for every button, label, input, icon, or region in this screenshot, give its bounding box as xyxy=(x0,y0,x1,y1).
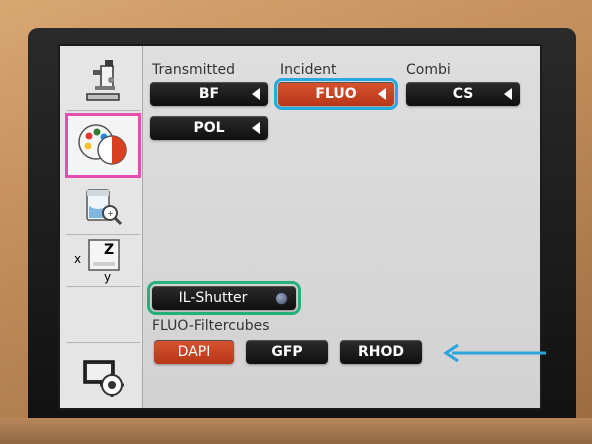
axis-y-label: y xyxy=(104,270,112,284)
arrow-left-icon xyxy=(252,122,260,134)
status-indicator-icon xyxy=(275,292,288,305)
arrow-left-icon xyxy=(378,88,386,100)
sidebar-item-objective[interactable]: + xyxy=(66,180,140,235)
group-label-incident: Incident xyxy=(280,62,337,78)
cs-button-label: CS xyxy=(452,86,474,102)
beaker-magnifier-icon: + xyxy=(86,189,123,226)
group-label-combi: Combi xyxy=(406,62,451,78)
device-housing xyxy=(0,418,592,444)
arrow-left-icon xyxy=(504,88,512,100)
cs-button[interactable]: CS xyxy=(406,82,520,106)
gfp-button-label: GFP xyxy=(271,344,303,360)
sidebar-item-microscope[interactable] xyxy=(66,52,140,111)
arrow-left-icon xyxy=(252,88,260,100)
axis-x-label: x xyxy=(74,252,82,266)
color-palette-icon xyxy=(78,124,127,165)
rhod-button-label: RHOD xyxy=(357,344,405,360)
rhod-button[interactable]: RHOD xyxy=(340,340,422,364)
dapi-button[interactable]: DAPI xyxy=(154,340,234,364)
filtercubes-label: FLUO-Filtercubes xyxy=(152,318,270,334)
dapi-button-label: DAPI xyxy=(177,344,211,360)
il-shutter-label: IL-Shutter xyxy=(178,290,248,306)
pol-button[interactable]: POL xyxy=(150,116,268,140)
gfp-button[interactable]: GFP xyxy=(246,340,328,364)
annotation-arrow-icon xyxy=(443,343,546,363)
il-shutter-button[interactable]: IL-Shutter xyxy=(147,281,301,315)
xyz-stage-icon xyxy=(88,239,120,271)
fluo-button-label: FLUO xyxy=(315,86,357,102)
monitor-settings-icon xyxy=(83,360,124,397)
fluo-button[interactable]: FLUO xyxy=(274,78,398,110)
microscope-icon xyxy=(86,60,120,101)
bf-button-label: BF xyxy=(198,86,220,102)
pol-button-label: POL xyxy=(193,120,225,136)
sidebar-item-xyz[interactable]: x Z y xyxy=(66,234,140,287)
bf-button[interactable]: BF xyxy=(150,82,268,106)
svg-text:+: + xyxy=(107,209,114,218)
group-label-transmitted: Transmitted xyxy=(152,62,236,78)
sidebar-item-contrast[interactable] xyxy=(65,113,141,178)
sidebar-item-empty xyxy=(66,290,140,343)
sidebar-item-settings[interactable] xyxy=(66,346,140,408)
axis-z-label: Z xyxy=(104,242,115,258)
sidebar: + x Z y xyxy=(60,46,143,408)
